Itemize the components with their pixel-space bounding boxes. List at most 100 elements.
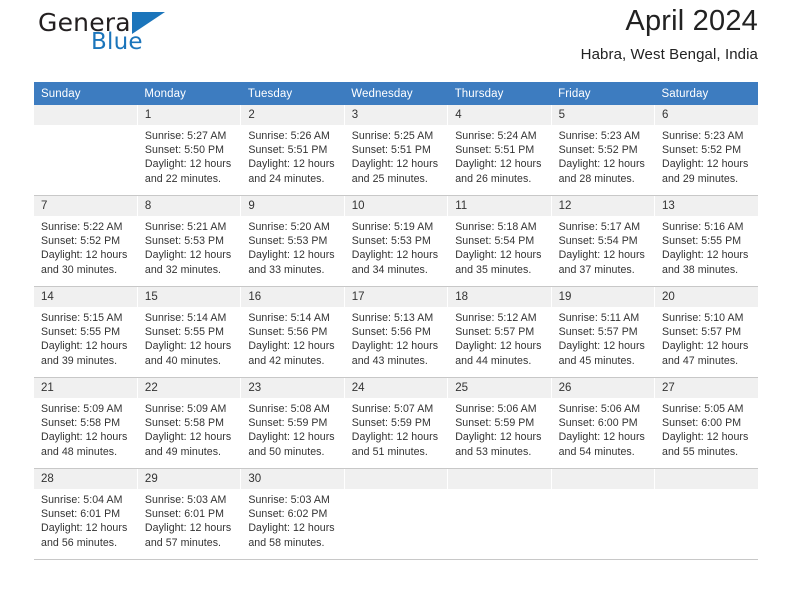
day-detail-line: Sunset: 5:55 PM: [144, 326, 224, 339]
calendar-day-cell[interactable]: 8 Sunrise: 5:21 AM Sunset: 5:53 PM Daylight…: [137, 195, 242, 287]
day-detail-line: Daylight: 12 hours: [144, 158, 232, 171]
day-detail-line: Sunrise: 5:24 AM: [455, 130, 537, 142]
day-detail-line: and 44 minutes.: [455, 354, 532, 367]
weekday-header-monday: Monday: [137, 82, 241, 105]
day-details: Sunrise: 5:27 AM Sunset: 5:50 PM Daylight:…: [138, 126, 240, 186]
calendar-day-cell[interactable]: 15 Sunrise: 5:14 AM Sunset: 5:55 PM Dayligh…: [137, 286, 242, 378]
day-detail-line: and 29 minutes.: [662, 172, 739, 185]
calendar-day-cell[interactable]: 4 Sunrise: 5:24 AM Sunset: 5:51 PM Daylight…: [447, 105, 552, 196]
day-number: 13: [655, 196, 758, 217]
calendar-day-cell[interactable]: 26 Sunrise: 5:06 AM Sunset: 6:00 PM Dayligh…: [551, 377, 656, 469]
day-detail-line: Sunrise: 5:05 AM: [662, 403, 744, 415]
day-number: 16: [241, 287, 344, 308]
day-detail-line: Sunset: 5:59 PM: [248, 417, 328, 430]
day-detail-line: Sunrise: 5:19 AM: [351, 221, 434, 233]
brand-logo[interactable]: General Blue: [34, 8, 234, 62]
day-details: Sunrise: 5:05 AM Sunset: 6:00 PM Daylight:…: [655, 399, 758, 459]
day-detail-line: and 58 minutes.: [248, 536, 325, 549]
day-detail-line: Sunset: 5:58 PM: [41, 417, 121, 430]
day-detail-line: and 55 minutes.: [662, 445, 739, 458]
day-details: Sunrise: 5:06 AM Sunset: 5:59 PM Daylight:…: [448, 399, 550, 459]
calendar-week-row: 1 Sunrise: 5:27 AM Sunset: 5:50 PM Daylight…: [34, 105, 758, 196]
day-details: Sunrise: 5:21 AM Sunset: 5:53 PM Daylight:…: [138, 217, 240, 277]
day-details: Sunrise: 5:09 AM Sunset: 5:58 PM Daylight:…: [34, 399, 137, 459]
day-details: Sunrise: 5:19 AM Sunset: 5:53 PM Daylight:…: [345, 217, 447, 277]
day-details: Sunrise: 5:20 AM Sunset: 5:53 PM Daylight:…: [241, 217, 343, 277]
day-detail-line: Daylight: 12 hours: [455, 158, 542, 171]
calendar-day-cell[interactable]: 24 Sunrise: 5:07 AM Sunset: 5:59 PM Dayligh…: [344, 377, 449, 469]
calendar-day-cell[interactable]: 16 Sunrise: 5:14 AM Sunset: 5:56 PM Dayligh…: [240, 286, 345, 378]
calendar-day-cell[interactable]: 23 Sunrise: 5:08 AM Sunset: 5:59 PM Dayligh…: [240, 377, 345, 469]
day-detail-line: Daylight: 12 hours: [248, 249, 335, 262]
calendar-day-cell[interactable]: 9 Sunrise: 5:20 AM Sunset: 5:53 PM Daylight…: [240, 195, 345, 287]
calendar-day-cell[interactable]: 2 Sunrise: 5:26 AM Sunset: 5:51 PM Daylight…: [240, 105, 345, 196]
day-number: 22: [137, 378, 241, 399]
day-detail-line: and 53 minutes.: [455, 445, 532, 458]
day-detail-line: Daylight: 12 hours: [351, 249, 439, 262]
calendar-header-row: Sunday Monday Tuesday Wednesday Thursday Frid…: [34, 82, 758, 105]
day-detail-line: Sunset: 5:50 PM: [144, 144, 224, 157]
page-subtitle: Habra, West Bengal, India: [580, 46, 758, 63]
day-details: Sunrise: 5:03 AM Sunset: 6:01 PM Daylight:…: [138, 490, 240, 550]
calendar-day-cell[interactable]: 25 Sunrise: 5:06 AM Sunset: 5:59 PM Dayligh…: [447, 377, 552, 469]
day-detail-line: and 42 minutes.: [248, 354, 325, 367]
page-header: General Blue April 2024 Habra, West Beng…: [34, 0, 758, 72]
day-detail-line: Sunrise: 5:08 AM: [248, 403, 330, 415]
day-number: 15: [137, 287, 241, 308]
day-number: 27: [655, 378, 758, 399]
day-detail-line: Daylight: 12 hours: [558, 158, 645, 171]
day-detail-line: Sunset: 5:53 PM: [144, 235, 224, 248]
day-details: Sunrise: 5:04 AM Sunset: 6:01 PM Daylight:…: [34, 490, 137, 550]
day-details: Sunrise: 5:23 AM Sunset: 5:52 PM Daylight:…: [655, 126, 758, 186]
day-number: [551, 469, 655, 490]
calendar-day-cell[interactable]: 29 Sunrise: 5:03 AM Sunset: 6:01 PM Dayligh…: [137, 468, 242, 560]
day-detail-line: Sunset: 5:59 PM: [455, 417, 535, 430]
day-detail-line: and 39 minutes.: [41, 354, 118, 367]
calendar-day-cell[interactable]: 6 Sunrise: 5:23 AM Sunset: 5:52 PM Daylight…: [654, 105, 758, 196]
calendar-day-cell[interactable]: 22 Sunrise: 5:09 AM Sunset: 5:58 PM Dayligh…: [137, 377, 242, 469]
day-number: 6: [655, 105, 758, 126]
day-details: Sunrise: 5:18 AM Sunset: 5:54 PM Daylight:…: [448, 217, 550, 277]
calendar-day-cell[interactable]: 5 Sunrise: 5:23 AM Sunset: 5:52 PM Daylight…: [551, 105, 656, 196]
day-number: 30: [241, 469, 344, 490]
day-detail-line: Daylight: 12 hours: [144, 431, 232, 444]
calendar-day-cell[interactable]: 19 Sunrise: 5:11 AM Sunset: 5:57 PM Dayligh…: [551, 286, 656, 378]
day-detail-line: Sunset: 6:00 PM: [558, 417, 638, 430]
day-detail-line: Sunrise: 5:25 AM: [351, 130, 434, 142]
calendar-day-cell[interactable]: 3 Sunrise: 5:25 AM Sunset: 5:51 PM Daylight…: [344, 105, 449, 196]
calendar-day-cell[interactable]: 11 Sunrise: 5:18 AM Sunset: 5:54 PM Dayligh…: [447, 195, 552, 287]
day-detail-line: Sunset: 5:51 PM: [455, 144, 535, 157]
calendar-day-cell[interactable]: 20 Sunrise: 5:10 AM Sunset: 5:57 PM Dayligh…: [654, 286, 758, 378]
calendar-day-cell[interactable]: 21 Sunrise: 5:09 AM Sunset: 5:58 PM Dayligh…: [34, 377, 138, 469]
calendar-day-cell[interactable]: 13 Sunrise: 5:16 AM Sunset: 5:55 PM Dayligh…: [654, 195, 758, 287]
day-detail-line: Sunrise: 5:10 AM: [662, 312, 744, 324]
calendar-day-cell[interactable]: 12 Sunrise: 5:17 AM Sunset: 5:54 PM Dayligh…: [551, 195, 656, 287]
calendar-empty-cell: [654, 468, 758, 560]
day-detail-line: and 25 minutes.: [351, 172, 428, 185]
day-details: Sunrise: 5:14 AM Sunset: 5:55 PM Daylight:…: [138, 308, 240, 368]
day-detail-line: Daylight: 12 hours: [248, 158, 335, 171]
day-detail-line: Sunrise: 5:09 AM: [144, 403, 227, 415]
calendar-day-cell[interactable]: 1 Sunrise: 5:27 AM Sunset: 5:50 PM Daylight…: [137, 105, 242, 196]
day-detail-line: Sunrise: 5:23 AM: [558, 130, 641, 142]
day-details: Sunrise: 5:17 AM Sunset: 5:54 PM Daylight:…: [552, 217, 654, 277]
day-details: Sunrise: 5:09 AM Sunset: 5:58 PM Daylight:…: [138, 399, 240, 459]
calendar-day-cell[interactable]: 30 Sunrise: 5:03 AM Sunset: 6:02 PM Dayligh…: [240, 468, 345, 560]
calendar-day-cell[interactable]: 10 Sunrise: 5:19 AM Sunset: 5:53 PM Dayligh…: [344, 195, 449, 287]
calendar-day-cell[interactable]: 18 Sunrise: 5:12 AM Sunset: 5:57 PM Dayligh…: [447, 286, 552, 378]
calendar-empty-cell: [551, 468, 656, 560]
calendar-day-cell[interactable]: 7 Sunrise: 5:22 AM Sunset: 5:52 PM Daylight…: [34, 195, 138, 287]
calendar-day-cell[interactable]: 28 Sunrise: 5:04 AM Sunset: 6:01 PM Dayligh…: [34, 468, 138, 560]
day-detail-line: Sunset: 6:00 PM: [662, 417, 742, 430]
day-detail-line: and 28 minutes.: [558, 172, 635, 185]
day-detail-line: and 26 minutes.: [455, 172, 532, 185]
calendar-day-cell[interactable]: 14 Sunrise: 5:15 AM Sunset: 5:55 PM Dayligh…: [34, 286, 138, 378]
calendar-day-cell[interactable]: 17 Sunrise: 5:13 AM Sunset: 5:56 PM Dayligh…: [344, 286, 449, 378]
day-detail-line: and 37 minutes.: [558, 263, 635, 276]
day-number: 11: [448, 196, 551, 217]
calendar-day-cell[interactable]: 27 Sunrise: 5:05 AM Sunset: 6:00 PM Dayligh…: [654, 377, 758, 469]
day-detail-line: and 30 minutes.: [41, 263, 118, 276]
day-detail-line: Sunrise: 5:13 AM: [351, 312, 434, 324]
day-detail-line: Daylight: 12 hours: [662, 249, 749, 262]
day-detail-line: Daylight: 12 hours: [455, 431, 542, 444]
